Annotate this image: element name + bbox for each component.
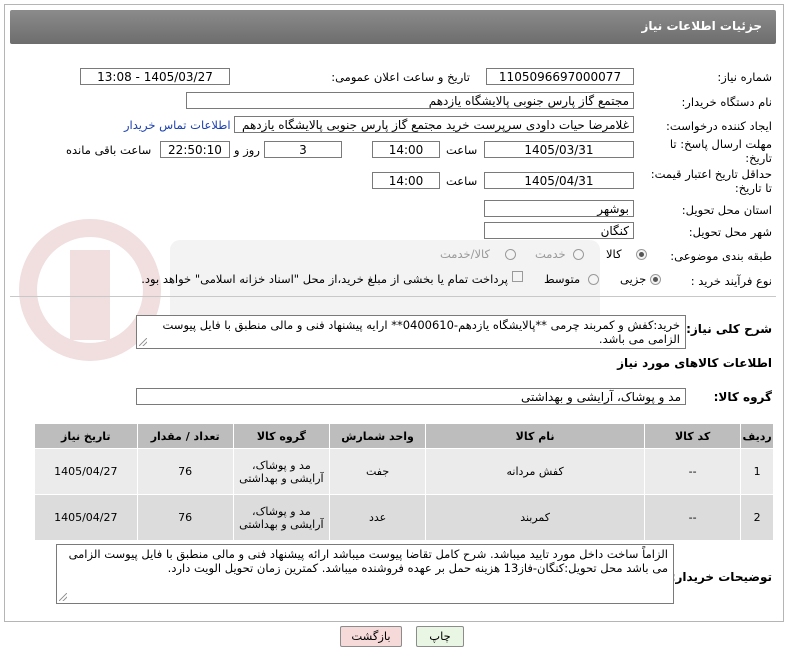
price-validity-label-2: تا تاریخ: [734, 181, 772, 195]
cell-name: کفش مردانه [425, 448, 646, 495]
reply-deadline-label-2: تاریخ: [745, 151, 772, 165]
header-bar: جزئیات اطلاعات نیاز [10, 10, 776, 44]
col-header-name: نام کالا [425, 423, 646, 449]
buyer-notes-text: الزاماً ساخت داخل مورد تایید میباشد. شرح… [68, 547, 668, 575]
cell-code: -- [644, 448, 742, 495]
col-header-qty: تعداد / مقدار [136, 423, 234, 449]
cell-qty: 76 [136, 448, 234, 495]
cell-row: 1 [740, 448, 774, 495]
buyer-notes-label: توضیحات خریدار: [670, 570, 772, 584]
cell-qty: 76 [136, 494, 234, 541]
purchase-type-option-medium: متوسط [544, 272, 581, 286]
province-label: استان محل تحویل: [681, 203, 772, 217]
price-validity-time-label: ساعت [446, 174, 478, 188]
category-option-service: خدمت [535, 247, 566, 261]
announce-datetime-label: تاریخ و ساعت اعلان عمومی: [331, 70, 470, 84]
treasury-payment-note: پرداخت تمام یا بخشی از مبلغ خرید،از محل … [141, 272, 508, 286]
col-header-unit: واحد شمارش [328, 423, 427, 449]
purchase-type-label: نوع فرآیند خرید : [690, 274, 772, 288]
requester-field: غلامرضا حیات داودی سرپرست خرید مجتمع گاز… [234, 116, 634, 133]
table-row: 1 -- کفش مردانه جفت مد و پوشاک، آرایشی و… [34, 448, 774, 495]
resize-grip-icon[interactable] [59, 593, 67, 601]
reply-days-label: روز و [234, 143, 260, 157]
province-field: بوشهر [484, 200, 634, 217]
goods-info-title: اطلاعات کالاهای مورد نیاز [617, 356, 772, 370]
reply-deadline-time-field: 14:00 [372, 141, 440, 158]
print-button[interactable]: چاپ [416, 626, 464, 647]
requester-label: ایجاد کننده درخواست: [666, 119, 772, 133]
col-header-code: کد کالا [644, 423, 742, 449]
remaining-time-label: ساعت باقی مانده [66, 143, 152, 157]
city-field: کنگان [484, 222, 634, 239]
col-header-row: ردیف [740, 423, 774, 449]
reply-deadline-time-label: ساعت [446, 143, 478, 157]
description-label: شرح کلی نیاز: [686, 322, 772, 336]
remaining-time-field: 22:50:10 [160, 141, 230, 158]
cell-group: مد و پوشاک، آرایشی و بهداشتی [232, 448, 330, 495]
section-divider [10, 296, 776, 297]
col-header-date: تاریخ نیاز [34, 423, 138, 449]
cell-row: 2 [740, 494, 774, 541]
reply-days-field: 3 [264, 141, 342, 158]
cell-unit: جفت [328, 448, 427, 495]
goods-group-field: مد و پوشاک، آرایشی و بهداشتی [136, 388, 686, 405]
purchase-type-radio-minor[interactable] [650, 274, 661, 285]
category-radio-service[interactable] [573, 249, 584, 260]
announce-datetime-field: 1405/03/27 - 13:08 [80, 68, 230, 85]
resize-grip-icon[interactable] [139, 338, 147, 346]
purchase-type-radio-medium[interactable] [588, 274, 599, 285]
buyer-org-label: نام دستگاه خریدار: [681, 95, 772, 109]
cell-date: 1405/04/27 [34, 448, 138, 495]
cell-name: کمربند [425, 494, 646, 541]
cell-date: 1405/04/27 [34, 494, 138, 541]
buyer-notes-textarea[interactable]: الزاماً ساخت داخل مورد تایید میباشد. شرح… [56, 544, 674, 604]
cell-group: مد و پوشاک، آرایشی و بهداشتی [232, 494, 330, 541]
price-validity-time-field: 14:00 [372, 172, 440, 189]
purchase-type-option-minor: جزیی [620, 272, 647, 286]
treasury-payment-checkbox[interactable] [512, 271, 523, 282]
buyer-org-field: مجتمع گاز پارس جنوبی پالایشگاه یازدهم [186, 92, 634, 109]
reply-deadline-label: مهلت ارسال پاسخ: تا [669, 137, 772, 151]
need-number-label: شماره نیاز: [717, 70, 772, 84]
table-row: 2 -- کمربند عدد مد و پوشاک، آرایشی و بهد… [34, 494, 774, 541]
city-label: شهر محل تحویل: [688, 225, 772, 239]
category-radio-goods[interactable] [636, 249, 647, 260]
need-number-field: 1105096697000077 [486, 68, 634, 85]
category-option-goods: کالا [606, 247, 622, 261]
price-validity-label: حداقل تاریخ اعتبار قیمت: [650, 167, 772, 181]
back-button[interactable]: بازگشت [340, 626, 402, 647]
goods-group-label: گروه کالا: [713, 390, 772, 404]
cell-code: -- [644, 494, 742, 541]
category-option-goods-service: کالا/خدمت [440, 247, 491, 261]
description-textarea[interactable]: خرید:کفش و کمربند چرمی **پالایشگاه یازده… [136, 315, 686, 349]
category-label: طبقه بندی موضوعی: [670, 249, 772, 263]
description-text: خرید:کفش و کمربند چرمی **پالایشگاه یازده… [162, 318, 680, 346]
price-validity-date-field: 1405/04/31 [484, 172, 634, 189]
page-title: جزئیات اطلاعات نیاز [641, 19, 762, 33]
items-table: ردیف کد کالا نام کالا واحد شمارش گروه کا… [34, 423, 774, 541]
category-radio-goods-service[interactable] [505, 249, 516, 260]
col-header-group: گروه کالا [232, 423, 330, 449]
buyer-contact-link[interactable]: اطلاعات تماس خریدار [124, 118, 231, 132]
reply-deadline-date-field: 1405/03/31 [484, 141, 634, 158]
table-header-row: ردیف کد کالا نام کالا واحد شمارش گروه کا… [34, 423, 774, 449]
cell-unit: عدد [328, 494, 427, 541]
